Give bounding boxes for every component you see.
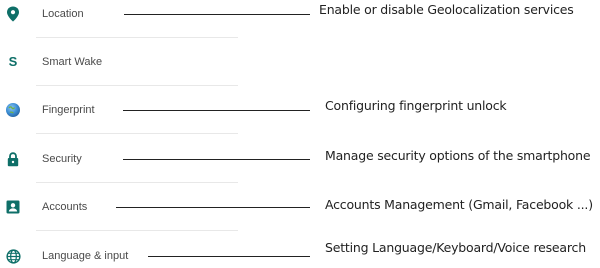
smart-wake-s-icon: S bbox=[8, 54, 18, 69]
annotation-fingerprint: Configuring fingerprint unlock bbox=[325, 98, 507, 113]
settings-item-label: Smart Wake bbox=[42, 56, 103, 68]
fingerprint-globe-icon bbox=[4, 101, 22, 119]
account-box-icon bbox=[4, 198, 22, 216]
annotation-leader-line bbox=[116, 207, 310, 208]
settings-item-smart-wake[interactable]: S Smart Wake bbox=[0, 50, 600, 74]
annotation-accounts: Accounts Management (Gmail, Facebook ...… bbox=[325, 197, 593, 212]
settings-item-label: Location bbox=[42, 8, 84, 20]
divider bbox=[36, 85, 238, 86]
annotation-leader-line bbox=[123, 159, 310, 160]
settings-item-label: Security bbox=[42, 153, 82, 165]
divider bbox=[36, 182, 238, 183]
divider bbox=[36, 230, 238, 231]
annotation-location: Enable or disable Geolocalization servic… bbox=[319, 2, 574, 17]
annotation-leader-line bbox=[148, 256, 310, 257]
globe-icon bbox=[4, 247, 22, 265]
annotation-leader-line bbox=[123, 110, 310, 111]
settings-item-label: Accounts bbox=[42, 201, 88, 213]
annotation-security: Manage security options of the smartphon… bbox=[325, 148, 591, 163]
annotation-leader-line bbox=[124, 14, 310, 15]
settings-item-label: Fingerprint bbox=[42, 104, 95, 116]
location-pin-icon bbox=[4, 5, 22, 23]
divider bbox=[36, 37, 238, 38]
lock-icon bbox=[4, 150, 22, 168]
annotation-language-input: Setting Language/Keyboard/Voice research bbox=[325, 240, 586, 255]
settings-item-label: Language & input bbox=[42, 250, 129, 262]
divider bbox=[36, 133, 238, 134]
